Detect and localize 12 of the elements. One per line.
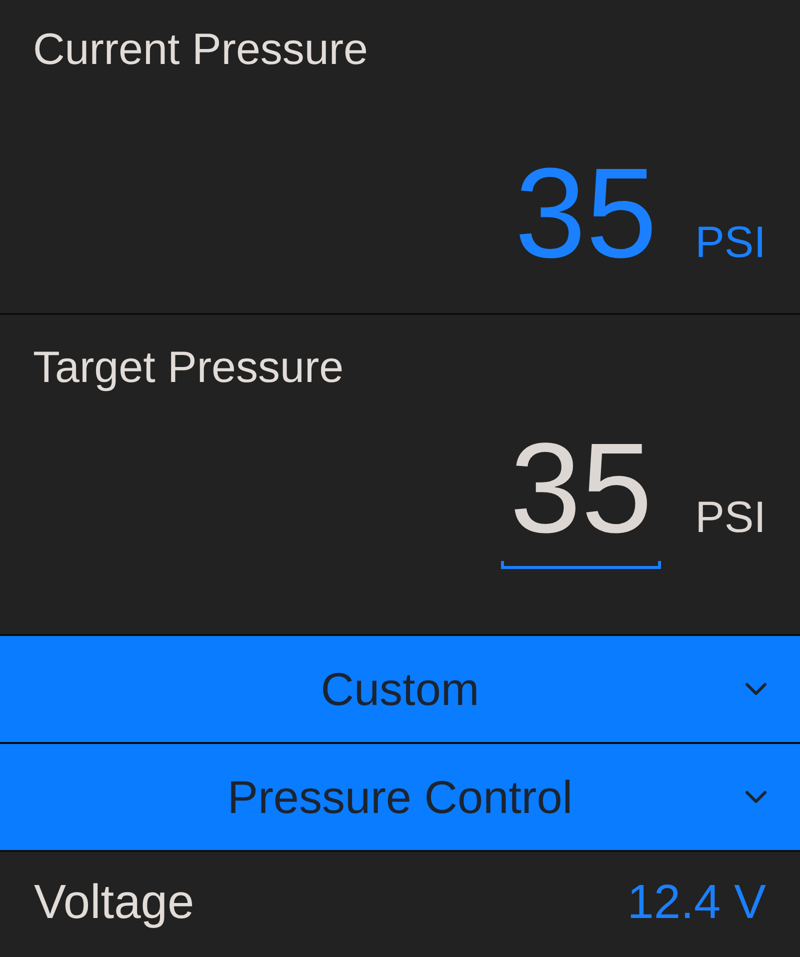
chevron-down-icon <box>745 790 767 804</box>
voltage-label: Voltage <box>34 878 194 926</box>
chevron-down-icon <box>745 682 767 696</box>
current-pressure-label: Current Pressure <box>33 28 368 72</box>
target-pressure-label: Target Pressure <box>33 346 344 390</box>
pressure-unit: PSI <box>695 221 766 265</box>
target-pressure-field[interactable]: 35 <box>501 425 662 569</box>
dropdown-button[interactable]: Custom <box>0 636 800 744</box>
current-pressure-value: 35 <box>514 150 658 278</box>
voltage-value: 12.4 V <box>627 878 766 926</box>
pressure-unit: PSI <box>695 496 766 540</box>
dropdown-button[interactable]: Pressure Control <box>0 744 800 852</box>
